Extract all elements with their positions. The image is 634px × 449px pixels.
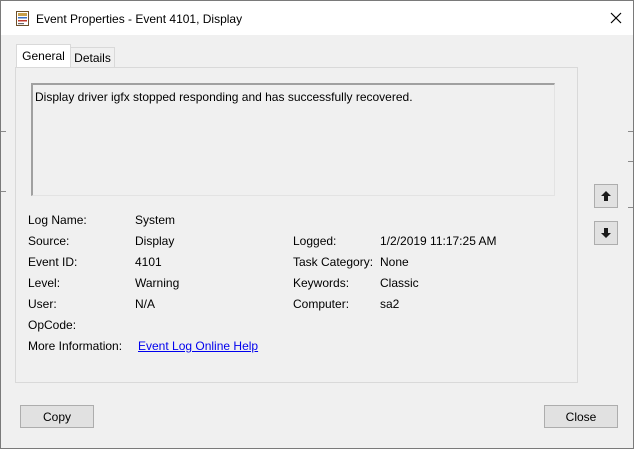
source-label: Source:	[28, 234, 70, 248]
close-button-label: Close	[565, 409, 597, 424]
close-button[interactable]: Close	[544, 405, 618, 428]
next-event-button[interactable]	[594, 221, 618, 245]
source-value: Display	[135, 234, 175, 248]
event-id-value: 4101	[135, 255, 162, 269]
event-viewer-icon	[16, 11, 29, 26]
copy-button[interactable]: Copy	[20, 405, 94, 428]
copy-button-label: Copy	[42, 409, 71, 424]
level-value: Warning	[135, 276, 180, 290]
user-label: User:	[28, 297, 57, 311]
arrow-down-icon	[601, 228, 611, 238]
keywords-value: Classic	[380, 276, 419, 290]
more-information-label: More Information:	[28, 339, 123, 353]
previous-event-button[interactable]	[594, 184, 618, 208]
close-icon	[610, 12, 622, 24]
computer-value: sa2	[380, 297, 400, 311]
task-category-value: None	[380, 255, 409, 269]
event-description: Display driver igfx stopped responding a…	[35, 90, 413, 104]
logged-value: 1/2/2019 11:17:25 AM	[380, 234, 497, 248]
arrow-up-icon	[601, 191, 611, 201]
event-id-label: Event ID:	[28, 255, 78, 269]
background-window-edge	[628, 207, 633, 208]
computer-label: Computer:	[293, 297, 350, 311]
background-window-edge	[628, 161, 633, 162]
description-box[interactable]: Display driver igfx stopped responding a…	[31, 83, 555, 196]
window-title: Event Properties - Event 4101, Display	[36, 12, 243, 26]
tab-general[interactable]: General	[16, 44, 71, 67]
opcode-label: OpCode:	[28, 318, 77, 332]
tab-details[interactable]: Details	[70, 47, 115, 68]
logged-label: Logged:	[293, 234, 337, 248]
tab-general-label: General	[22, 49, 65, 63]
task-category-label: Task Category:	[293, 255, 374, 269]
background-window-edge	[1, 131, 6, 132]
user-value: N/A	[135, 297, 156, 311]
title-bar[interactable]: Event Properties - Event 4101, Display	[1, 1, 633, 35]
log-name-label: Log Name:	[28, 213, 87, 227]
keywords-label: Keywords:	[293, 276, 350, 290]
log-name-value: System	[135, 213, 176, 227]
level-label: Level:	[28, 276, 61, 290]
close-window-button[interactable]	[603, 5, 629, 31]
tab-details-label: Details	[74, 51, 111, 65]
general-panel: Display driver igfx stopped responding a…	[15, 67, 578, 383]
background-window-edge	[1, 191, 6, 192]
background-window-edge	[628, 131, 633, 132]
event-log-online-help-link[interactable]: Event Log Online Help	[138, 339, 258, 353]
event-properties-window: Event Properties - Event 4101, Display G…	[0, 0, 634, 449]
